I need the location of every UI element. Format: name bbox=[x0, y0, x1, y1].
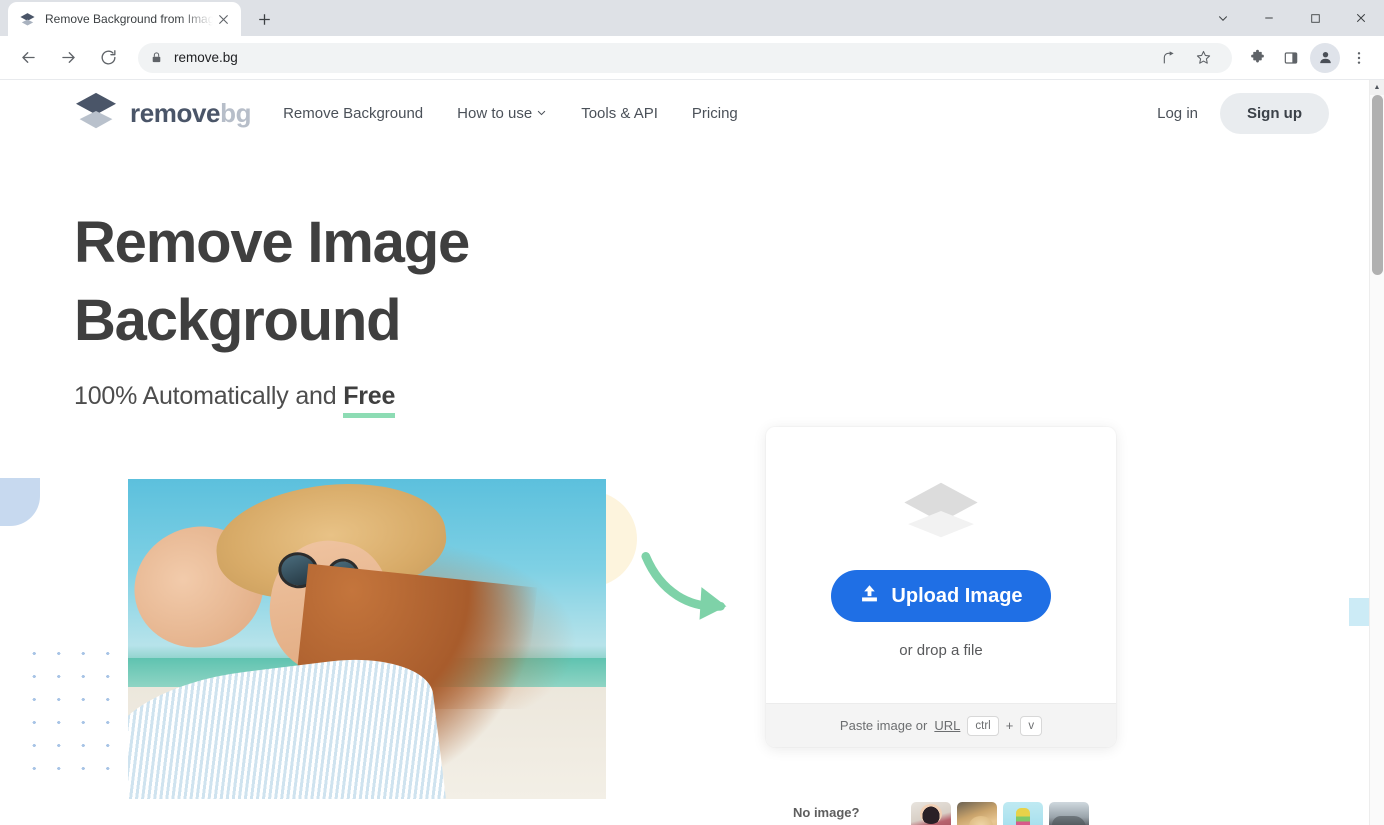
sample-woman[interactable] bbox=[911, 802, 952, 825]
window-controls bbox=[1200, 0, 1384, 36]
site-logo[interactable]: removebg bbox=[74, 91, 251, 136]
upload-icon bbox=[859, 583, 880, 610]
hero-subtitle-prefix: 100% Automatically and bbox=[74, 382, 344, 410]
hero-subtitle: 100% Automatically and Free bbox=[74, 382, 1369, 418]
three-dot-menu-icon[interactable] bbox=[1344, 43, 1374, 73]
drop-file-text: or drop a file bbox=[899, 642, 983, 659]
nav-item-pricing[interactable]: Pricing bbox=[692, 105, 738, 122]
address-bar[interactable]: remove.bg bbox=[138, 42, 1232, 73]
share-icon[interactable] bbox=[1154, 43, 1184, 73]
paste-strip: Paste image or URL ctrl + v bbox=[766, 703, 1116, 747]
hero-title-line1: Remove Image bbox=[74, 210, 470, 275]
paste-url-link[interactable]: URL bbox=[934, 718, 960, 733]
login-link[interactable]: Log in bbox=[1157, 105, 1198, 122]
maximize-icon[interactable] bbox=[1292, 2, 1338, 34]
nav-label: Remove Background bbox=[283, 104, 424, 122]
site-header: removebg Remove Background How to use To… bbox=[0, 80, 1369, 146]
layers-icon bbox=[900, 479, 982, 546]
key-plus: + bbox=[1005, 718, 1014, 733]
paste-label: Paste image or bbox=[839, 718, 928, 733]
logo-text: removebg bbox=[130, 98, 251, 129]
decoration-dot-grid bbox=[22, 642, 144, 782]
scroll-up-arrow-icon[interactable]: ▲ bbox=[1370, 80, 1384, 95]
page-viewport: removebg Remove Background How to use To… bbox=[0, 80, 1384, 825]
upload-image-button-label: Upload Image bbox=[891, 584, 1023, 607]
lock-icon bbox=[150, 51, 163, 64]
avatar-icon[interactable] bbox=[1310, 42, 1340, 73]
puzzle-icon[interactable] bbox=[1242, 43, 1272, 73]
browser-toolbar: remove.bg bbox=[0, 36, 1384, 80]
logo-text-secondary: bg bbox=[220, 97, 252, 128]
sample-dog[interactable] bbox=[957, 802, 998, 825]
sample-label-line1: No image? bbox=[793, 805, 860, 820]
key-v: v bbox=[1020, 715, 1043, 736]
chevron-down-icon bbox=[536, 105, 547, 122]
forward-arrow-icon[interactable] bbox=[52, 42, 84, 74]
nav-item-tools-api[interactable]: Tools & API bbox=[581, 105, 658, 122]
upload-image-button[interactable]: Upload Image bbox=[831, 570, 1051, 622]
nav-item-remove-background[interactable]: Remove Background bbox=[283, 105, 423, 122]
new-tab-button[interactable] bbox=[250, 5, 278, 33]
sample-images-label: No image? Try one of these: bbox=[793, 804, 897, 825]
tab-strip: Remove Background from Image bbox=[0, 0, 1384, 36]
logo-layers-icon bbox=[74, 91, 118, 136]
hero-section: Remove Image Background 100% Automatical… bbox=[0, 204, 1369, 418]
signup-button[interactable]: Sign up bbox=[1220, 92, 1329, 134]
hero-photo bbox=[128, 479, 606, 799]
star-icon[interactable] bbox=[1188, 43, 1218, 73]
browser-window: Remove Background from Image remove.bg r… bbox=[0, 0, 1384, 825]
address-bar-url: remove.bg bbox=[174, 50, 238, 65]
sample-car[interactable] bbox=[1049, 802, 1090, 825]
logo-text-primary: remove bbox=[130, 97, 221, 128]
tab-title: Remove Background from Image bbox=[45, 12, 213, 26]
omnibox-actions bbox=[1152, 43, 1220, 73]
scrollbar-thumb[interactable] bbox=[1372, 95, 1383, 275]
tab-close-icon[interactable] bbox=[213, 9, 233, 29]
nav-label: Pricing bbox=[691, 104, 738, 122]
nav-item-how-to-use[interactable]: How to use bbox=[457, 105, 547, 122]
sample-thumbnails bbox=[911, 802, 1090, 825]
hero-title-line2: Background bbox=[74, 288, 402, 353]
key-ctrl: ctrl bbox=[967, 715, 999, 736]
decoration-blue-square bbox=[1349, 598, 1369, 626]
curved-arrow-icon bbox=[640, 550, 736, 633]
site-nav: Remove Background How to use Tools & API… bbox=[283, 105, 738, 122]
page-content: removebg Remove Background How to use To… bbox=[0, 80, 1369, 825]
auth-actions: Log in Sign up bbox=[1157, 92, 1329, 134]
upload-card: Upload Image or drop a file Paste image … bbox=[766, 427, 1116, 747]
reload-icon[interactable] bbox=[92, 42, 124, 74]
nav-label: How to use bbox=[457, 104, 533, 122]
nav-label: Tools & API bbox=[581, 104, 658, 122]
layers-icon bbox=[19, 11, 36, 28]
window-close-icon[interactable] bbox=[1338, 2, 1384, 34]
back-arrow-icon[interactable] bbox=[12, 42, 44, 74]
chevron-down-icon[interactable] bbox=[1200, 2, 1246, 34]
browser-tab[interactable]: Remove Background from Image bbox=[8, 2, 241, 36]
sample-dessert[interactable] bbox=[1003, 802, 1044, 825]
upload-card-body[interactable]: Upload Image or drop a file bbox=[766, 427, 1116, 703]
decoration-blue-shape bbox=[0, 478, 40, 526]
page-title: Remove Image Background bbox=[74, 204, 1369, 360]
minimize-icon[interactable] bbox=[1246, 2, 1292, 34]
sample-images-section: No image? Try one of these: bbox=[793, 802, 1090, 825]
page-scrollbar[interactable]: ▲ bbox=[1369, 80, 1384, 825]
hero-subtitle-highlight: Free bbox=[343, 382, 395, 418]
side-panel-icon[interactable] bbox=[1276, 43, 1306, 73]
